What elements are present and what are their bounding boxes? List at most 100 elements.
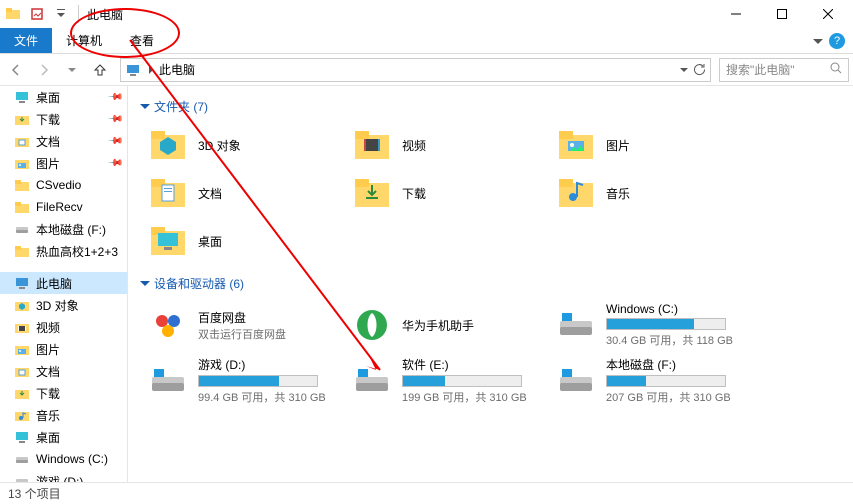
address-bar[interactable]: 此电脑 (120, 58, 711, 82)
music-icon (14, 407, 30, 423)
drive-icon (14, 451, 30, 467)
sidebar-item[interactable]: 音乐 (0, 404, 127, 426)
sidebar-item[interactable]: 视频 (0, 316, 127, 338)
refresh-icon[interactable] (692, 63, 706, 77)
sidebar-item-label: 文档 (36, 363, 60, 380)
sidebar-item[interactable]: 游戏 (D:) (0, 470, 127, 482)
item-label: 图片 (606, 137, 630, 154)
folder-item[interactable]: 视频 (352, 125, 532, 165)
explorer-icon (2, 3, 24, 25)
pin-icon: 📌 (106, 133, 123, 150)
pictures-icon (556, 125, 596, 165)
sidebar-item[interactable]: Windows (C:) (0, 448, 127, 470)
tab-computer[interactable]: 计算机 (52, 28, 116, 53)
tab-file[interactable]: 文件 (0, 28, 52, 53)
item-label: 本地磁盘 (F:) (606, 356, 731, 373)
sidebar-item[interactable]: 桌面📌 (0, 86, 127, 108)
item-label: 百度网盘 (198, 309, 286, 326)
search-icon[interactable] (830, 62, 842, 77)
window-title: 此电脑 (87, 6, 123, 23)
drive-usage-bar (606, 375, 726, 387)
item-label: 华为手机助手 (402, 317, 474, 334)
sidebar-item-label: 下载 (36, 111, 60, 128)
sidebar: 桌面📌下载📌文档📌图片📌CSvedioFileRecv本地磁盘 (F:)热血高校… (0, 86, 128, 482)
sidebar-item-label: 图片 (36, 155, 60, 172)
folder-item[interactable]: 图片 (556, 125, 736, 165)
item-label: 视频 (402, 137, 426, 154)
tab-view[interactable]: 查看 (116, 28, 168, 53)
sidebar-item-label: 热血高校1+2+3 (36, 243, 118, 260)
device-item[interactable]: 百度网盘双击运行百度网盘 (148, 302, 328, 348)
titlebar: 此电脑 (0, 0, 853, 28)
back-button[interactable] (4, 58, 28, 82)
downloads-icon (14, 111, 30, 127)
sidebar-item[interactable]: 3D 对象 (0, 294, 127, 316)
sidebar-item-label: CSvedio (36, 178, 81, 192)
pictures-icon (14, 155, 30, 171)
pc-icon (125, 62, 141, 78)
folder-item[interactable]: 音乐 (556, 173, 736, 213)
qat-dropdown-icon[interactable] (50, 3, 72, 25)
help-icon[interactable]: ? (829, 33, 845, 49)
sidebar-item[interactable]: 文档📌 (0, 130, 127, 152)
group-header-folders[interactable]: 文件夹 (7) (140, 98, 833, 115)
sidebar-item[interactable]: 本地磁盘 (F:) (0, 218, 127, 240)
sidebar-item[interactable]: 桌面 (0, 426, 127, 448)
sidebar-item[interactable]: FileRecv (0, 196, 127, 218)
device-item[interactable]: 软件 (E:)199 GB 可用，共 310 GB (352, 356, 532, 405)
item-sublabel: 207 GB 可用，共 310 GB (606, 389, 731, 405)
item-sublabel: 99.4 GB 可用，共 310 GB (198, 389, 326, 405)
minimize-button[interactable] (713, 0, 759, 28)
status-bar: 13 个项目 (0, 482, 853, 504)
forward-button[interactable] (32, 58, 56, 82)
folder-icon (14, 243, 30, 259)
navbar: 此电脑 搜索"此电脑" (0, 54, 853, 86)
group-header-devices[interactable]: 设备和驱动器 (6) (140, 275, 833, 292)
chevron-right-icon[interactable] (147, 66, 155, 74)
item-label: 3D 对象 (198, 137, 241, 154)
desktop-icon (14, 429, 30, 445)
folder-item[interactable]: 文档 (148, 173, 328, 213)
3d-icon (148, 125, 188, 165)
item-label: 软件 (E:) (402, 356, 527, 373)
drive-icon (14, 473, 30, 482)
ribbon-expand-icon[interactable] (813, 36, 823, 46)
device-item[interactable]: 游戏 (D:)99.4 GB 可用，共 310 GB (148, 356, 328, 405)
breadcrumb-text[interactable]: 此电脑 (159, 61, 195, 78)
desktop-icon (14, 89, 30, 105)
sidebar-item[interactable]: 图片 (0, 338, 127, 360)
sidebar-item[interactable]: 下载📌 (0, 108, 127, 130)
pictures-icon (14, 341, 30, 357)
huawei-icon (352, 305, 392, 345)
up-button[interactable] (88, 58, 112, 82)
chevron-down-icon[interactable] (680, 66, 688, 74)
maximize-button[interactable] (759, 0, 805, 28)
baidu-icon (148, 305, 188, 345)
close-button[interactable] (805, 0, 851, 28)
music-icon (556, 173, 596, 213)
sidebar-item[interactable]: 文档 (0, 360, 127, 382)
folder-item[interactable]: 下载 (352, 173, 532, 213)
search-input[interactable]: 搜索"此电脑" (719, 58, 849, 82)
chevron-down-icon[interactable] (140, 102, 150, 112)
sidebar-item-label: 3D 对象 (36, 297, 79, 314)
sidebar-item[interactable]: CSvedio (0, 174, 127, 196)
video-icon (14, 319, 30, 335)
qat-properties-icon[interactable] (26, 3, 48, 25)
sidebar-item[interactable]: 图片📌 (0, 152, 127, 174)
folder-item[interactable]: 3D 对象 (148, 125, 328, 165)
device-item[interactable]: 华为手机助手 (352, 302, 532, 348)
folder-item[interactable]: 桌面 (148, 221, 328, 261)
sidebar-item[interactable]: 下载 (0, 382, 127, 404)
device-item[interactable]: Windows (C:)30.4 GB 可用，共 118 GB (556, 302, 736, 348)
device-item[interactable]: 本地磁盘 (F:) 207 GB 可用，共 310 GB (556, 356, 736, 405)
downloads-icon (352, 173, 392, 213)
folder-icon (14, 177, 30, 193)
content-pane: 文件夹 (7) 3D 对象 视频 图片文档下载音乐桌面 设备和驱动器 (6) 百度网… (128, 86, 853, 482)
pin-icon: 📌 (106, 89, 123, 106)
recent-dropdown-icon[interactable] (60, 58, 84, 82)
sidebar-item[interactable]: 热血高校1+2+3 (0, 240, 127, 262)
separator (78, 5, 79, 23)
sidebar-item[interactable]: 此电脑 (0, 272, 127, 294)
chevron-down-icon[interactable] (140, 279, 150, 289)
